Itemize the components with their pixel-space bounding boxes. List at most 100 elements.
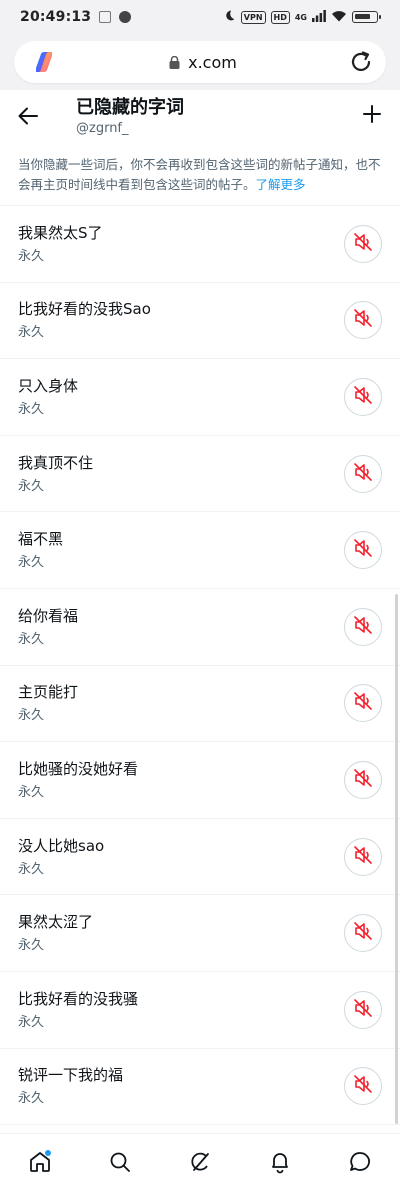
- muted-word-text: 比我好看的没我Sao: [18, 300, 151, 319]
- unmute-button[interactable]: [344, 607, 382, 646]
- speaker-muted-icon: [353, 768, 373, 792]
- muted-word-info: 没人比她sao 永久: [18, 836, 104, 878]
- browser-bar: x.com: [0, 34, 400, 90]
- muted-word-info: 福不黑 永久: [18, 529, 63, 571]
- muted-word-row[interactable]: 给你看福 永久: [0, 589, 400, 666]
- muted-word-row[interactable]: 主页能打 永久: [0, 666, 400, 743]
- add-muted-word-button[interactable]: [358, 102, 386, 130]
- muted-word-info: 果然太涩了 永久: [18, 912, 93, 954]
- muted-word-info: 给你看福 永久: [18, 606, 78, 648]
- unmute-button[interactable]: [344, 301, 382, 340]
- page-header: 已隐藏的字词 @zgrnf_: [0, 90, 400, 144]
- message-icon: [348, 1150, 372, 1178]
- bell-icon: [268, 1150, 292, 1178]
- speaker-muted-icon: [353, 998, 373, 1022]
- speaker-muted-icon: [353, 232, 373, 256]
- muted-words-list: 我果然太S了 永久 比我好看的没我Sao 永久 只入身体 永久 我真顶不住 永久 福不黑 永久 给你…: [0, 206, 400, 1126]
- address-bar[interactable]: x.com: [14, 41, 386, 83]
- muted-word-duration: 永久: [18, 784, 45, 800]
- muted-word-info: 只入身体 永久: [18, 376, 78, 418]
- muted-word-info: 比我好看的没我Sao 永久: [18, 299, 151, 341]
- muted-word-duration: 永久: [18, 478, 45, 494]
- hd-badge: HD: [270, 10, 290, 24]
- unread-dot: [45, 1149, 51, 1156]
- muted-word-row[interactable]: 锐评一下我的福 永久: [0, 1049, 400, 1126]
- unmute-button[interactable]: [344, 454, 382, 493]
- unmute-button[interactable]: [344, 990, 382, 1029]
- signal-icon: [312, 9, 326, 25]
- back-button[interactable]: [14, 104, 42, 132]
- scrollbar[interactable]: [395, 594, 398, 1124]
- lock-icon: [169, 56, 180, 69]
- muted-word-text: 果然太涩了: [18, 913, 94, 932]
- muted-word-row[interactable]: 比她骚的没她好看 永久: [0, 742, 400, 819]
- muted-word-row[interactable]: 福不黑 永久: [0, 512, 400, 589]
- status-bar: 20:49:13 VPN HD 4G: [0, 0, 400, 34]
- unmute-button[interactable]: [344, 1067, 382, 1106]
- speaker-muted-icon: [353, 921, 373, 945]
- nav-grok[interactable]: [180, 1144, 220, 1184]
- unmute-button[interactable]: [344, 377, 382, 416]
- unmute-button[interactable]: [344, 224, 382, 263]
- battery-icon: [352, 11, 381, 23]
- muted-word-info: 比我好看的没我骚 永久: [18, 989, 138, 1031]
- muted-word-info: 比她骚的没她好看 永久: [18, 759, 138, 801]
- speaker-muted-icon: [353, 385, 373, 409]
- muted-word-text: 比她骚的没她好看: [18, 759, 139, 778]
- muted-word-text: 只入身体: [18, 376, 79, 395]
- nav-notifications[interactable]: [260, 1144, 300, 1184]
- speaker-muted-icon: [353, 462, 373, 486]
- speaker-muted-icon: [353, 1074, 373, 1098]
- bottom-nav: [0, 1133, 400, 1199]
- description-paragraph: 当你隐藏一些词后，你不会再收到包含这些词的新帖子通知，也不会再主页时间线中看到包…: [18, 155, 382, 195]
- nav-home[interactable]: [20, 1144, 60, 1184]
- muted-word-text: 主页能打: [18, 683, 79, 702]
- search-icon: [108, 1150, 132, 1178]
- muted-word-text: 给你看福: [18, 606, 79, 625]
- muted-word-text: 我果然太S了: [18, 223, 103, 242]
- unmute-button[interactable]: [344, 837, 382, 876]
- muted-word-row[interactable]: 我真顶不住 永久: [0, 436, 400, 513]
- muted-word-duration: 永久: [18, 938, 45, 954]
- reload-icon[interactable]: [348, 49, 374, 75]
- nav-messages[interactable]: [340, 1144, 380, 1184]
- muted-word-info: 我真顶不住 永久: [18, 453, 93, 495]
- muted-word-text: 锐评一下我的福: [18, 1066, 124, 1085]
- muted-word-text: 福不黑: [18, 530, 64, 549]
- muted-word-row[interactable]: 果然太涩了 永久: [0, 895, 400, 972]
- speaker-muted-icon: [353, 615, 373, 639]
- muted-word-duration: 永久: [18, 631, 45, 647]
- description-text: 当你隐藏一些词后，你不会再收到包含这些词的新帖子通知，也不会再主页时间线中看到包…: [18, 156, 381, 192]
- muted-word-row[interactable]: 没人比她sao 永久: [0, 819, 400, 896]
- nav-explore[interactable]: [100, 1144, 140, 1184]
- url-text[interactable]: x.com: [188, 53, 237, 72]
- muted-word-duration: 永久: [18, 1014, 45, 1030]
- muted-word-duration: 永久: [18, 861, 45, 877]
- speaker-muted-icon: [353, 538, 373, 562]
- gallery-icon: [99, 11, 112, 23]
- speaker-muted-icon: [353, 308, 373, 332]
- unmute-button[interactable]: [344, 760, 382, 799]
- description: 当你隐藏一些词后，你不会再收到包含这些词的新帖子通知，也不会再主页时间线中看到包…: [0, 144, 400, 206]
- muted-word-row[interactable]: 只入身体 永久: [0, 359, 400, 436]
- muted-word-duration: 永久: [18, 555, 45, 571]
- plus-icon: [363, 105, 381, 127]
- muted-word-duration: 永久: [18, 708, 45, 724]
- muted-word-row[interactable]: 比我好看的没我骚 永久: [0, 972, 400, 1049]
- muted-word-row[interactable]: 比我好看的没我Sao 永久: [0, 283, 400, 360]
- muted-word-info: 锐评一下我的福 永久: [18, 1065, 123, 1107]
- muted-word-text: 我真顶不住: [18, 453, 94, 472]
- page-title: 已隐藏的字词: [76, 97, 184, 118]
- unmute-button[interactable]: [344, 531, 382, 570]
- unmute-button[interactable]: [344, 684, 382, 723]
- copilot-icon[interactable]: [30, 48, 58, 76]
- unmute-button[interactable]: [344, 914, 382, 953]
- muted-word-duration: 永久: [18, 248, 45, 264]
- learn-more-link[interactable]: 了解更多: [256, 177, 306, 192]
- muted-word-text: 比我好看的没我骚: [18, 989, 139, 1008]
- muted-word-info: 我果然太S了 永久: [18, 223, 103, 265]
- user-handle: @zgrnf_: [76, 121, 129, 136]
- muted-word-duration: 永久: [18, 325, 45, 341]
- muted-word-duration: 永久: [18, 401, 45, 417]
- muted-word-row[interactable]: 我果然太S了 永久: [0, 206, 400, 283]
